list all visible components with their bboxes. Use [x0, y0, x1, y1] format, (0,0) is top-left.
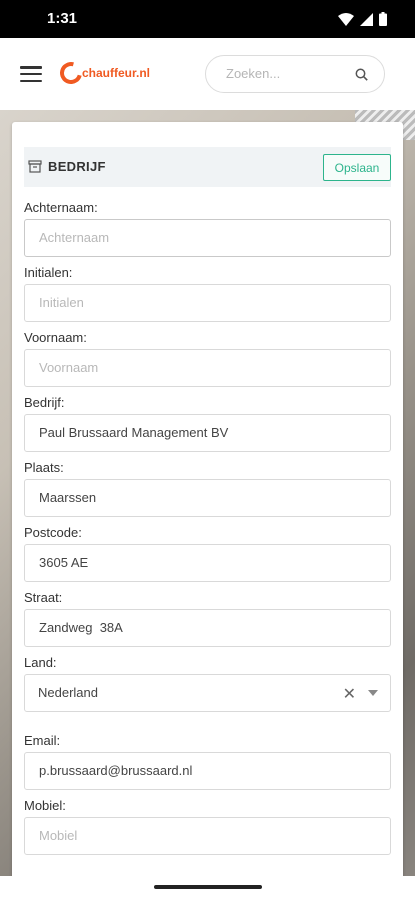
bedrijf-label: Bedrijf:	[24, 395, 65, 410]
voornaam-input[interactable]	[39, 360, 369, 375]
search-icon[interactable]	[355, 68, 368, 86]
bedrijf-input[interactable]	[39, 425, 369, 440]
achternaam-field[interactable]	[24, 219, 391, 257]
card-title: BEDRIJF	[48, 159, 106, 174]
mobiel-input[interactable]	[39, 828, 369, 843]
status-time: 1:31	[47, 10, 78, 27]
postcode-label: Postcode:	[24, 525, 82, 540]
bedrijf-field[interactable]	[24, 414, 391, 452]
achternaam-input[interactable]	[39, 230, 369, 245]
achternaam-label: Achternaam:	[24, 200, 98, 215]
straat-label: Straat:	[24, 590, 63, 605]
search-box[interactable]	[205, 55, 385, 93]
land-select[interactable]: Nederland ✕	[24, 674, 391, 712]
postcode-field[interactable]	[24, 544, 391, 582]
plaats-input[interactable]	[39, 490, 369, 505]
plaats-field[interactable]	[24, 479, 391, 517]
email-label: Email:	[24, 733, 61, 748]
voornaam-label: Voornaam:	[24, 330, 87, 345]
logo-text: chauffeur.nl	[82, 66, 151, 80]
save-button[interactable]: Opslaan	[323, 154, 391, 181]
battery-icon	[379, 12, 387, 31]
straat-input[interactable]	[39, 620, 369, 635]
card-header: BEDRIJF Opslaan	[24, 147, 391, 187]
voornaam-field[interactable]	[24, 349, 391, 387]
logo-mark-icon	[55, 57, 87, 89]
postcode-input[interactable]	[39, 555, 369, 570]
initialen-label: Initialen:	[24, 265, 73, 280]
straat-field[interactable]	[24, 609, 391, 647]
company-form-card: BEDRIJF Opslaan Achternaam: Initialen: V…	[12, 122, 403, 882]
clear-icon[interactable]: ✕	[343, 684, 356, 704]
archive-icon	[28, 160, 42, 178]
land-selected-value: Nederland	[38, 685, 98, 700]
plaats-label: Plaats:	[24, 460, 64, 475]
status-icons	[338, 12, 387, 31]
initialen-input[interactable]	[39, 295, 369, 310]
app-header: chauffeur.nl	[0, 38, 415, 110]
home-indicator[interactable]	[154, 885, 262, 889]
initialen-field[interactable]	[24, 284, 391, 322]
mobiel-field[interactable]	[24, 817, 391, 855]
wifi-icon	[338, 12, 354, 31]
chevron-down-icon[interactable]	[368, 690, 378, 696]
email-input[interactable]	[39, 763, 369, 778]
land-label: Land:	[24, 655, 57, 670]
search-input[interactable]	[226, 66, 346, 81]
email-field[interactable]	[24, 752, 391, 790]
navigation-bar	[0, 876, 415, 900]
logo[interactable]: chauffeur.nl	[55, 57, 151, 89]
status-bar: 1:31	[0, 0, 415, 38]
mobiel-label: Mobiel:	[24, 798, 66, 813]
menu-icon[interactable]	[20, 66, 42, 82]
signal-icon	[360, 12, 373, 31]
